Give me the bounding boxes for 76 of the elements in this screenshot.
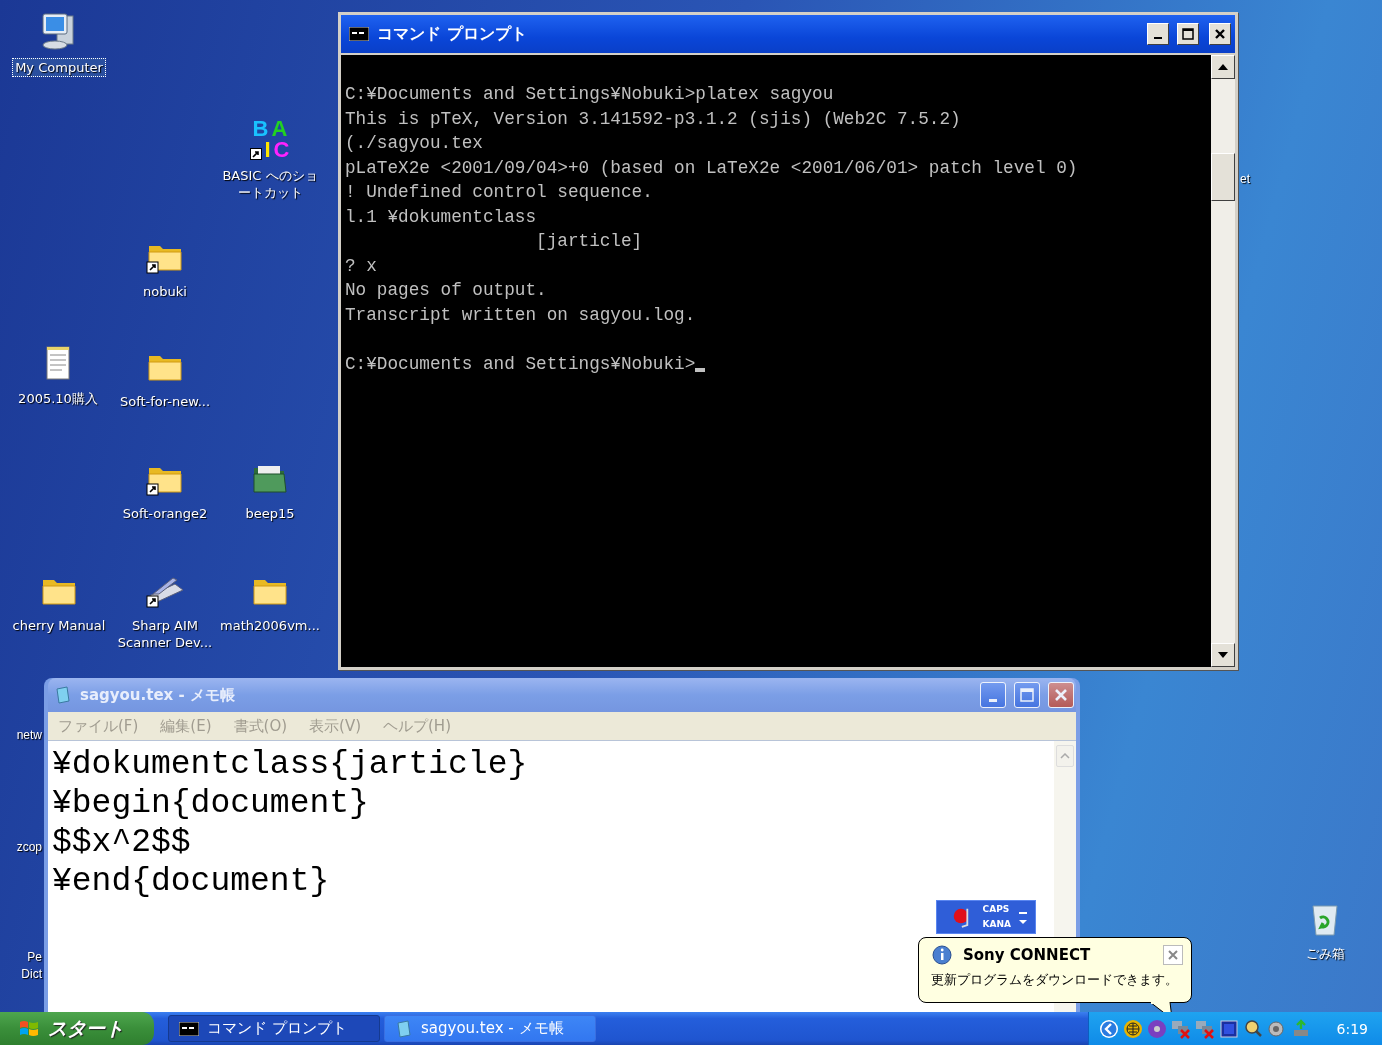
- minimize-button[interactable]: [1147, 23, 1169, 45]
- chevron-up-icon: [1060, 753, 1070, 759]
- notepad-icon: [54, 686, 72, 704]
- icon-label[interactable]: Soft-orange2: [119, 504, 211, 523]
- close-icon: [1168, 950, 1178, 960]
- balloon-title: Sony CONNECT: [963, 946, 1091, 964]
- icon-label[interactable]: netw: [8, 727, 42, 744]
- speaker-icon[interactable]: [1266, 1018, 1287, 1039]
- console-line: No pages of output.: [345, 279, 548, 302]
- maximize-icon: [1182, 28, 1194, 40]
- taskbar-button[interactable]: sagyou.tex - メモ帳: [384, 1015, 596, 1042]
- caret-icon[interactable]: [1019, 919, 1027, 925]
- text-line: ¥end{document}: [52, 862, 331, 901]
- icon-label[interactable]: nobuki: [140, 282, 190, 301]
- magnifier-icon[interactable]: [1242, 1018, 1263, 1039]
- disc-icon[interactable]: [1146, 1018, 1167, 1039]
- network-disconnected-icon[interactable]: [1170, 1018, 1191, 1039]
- language-bar[interactable]: CAPS KANA: [936, 900, 1036, 934]
- text-cursor: [695, 368, 706, 372]
- window-title: sagyou.tex - メモ帳: [80, 685, 235, 705]
- minimize-icon: [989, 698, 997, 702]
- window-title: コマンド プロンプト: [377, 23, 527, 45]
- text-line: $$x^2$$: [52, 823, 192, 862]
- caps-indicator: CAPS: [982, 904, 1010, 915]
- console-icon: [179, 1021, 199, 1036]
- icon-label[interactable]: Pe Dict: [8, 949, 42, 983]
- icon-label[interactable]: BASIC へのショートカット: [218, 166, 322, 202]
- scroll-down-button[interactable]: [1211, 643, 1235, 667]
- console-prompt: C:¥Documents and Settings¥Nobuki>: [345, 352, 696, 376]
- notepad-icon: [395, 1019, 413, 1038]
- globe-icon[interactable]: [1122, 1018, 1143, 1039]
- windows-logo-icon: [18, 1018, 40, 1039]
- window-title-bar[interactable]: コマンド プロンプト: [341, 15, 1235, 53]
- balloon-message: 更新プログラムをダウンロードできます。: [931, 971, 1179, 988]
- icon-label[interactable]: 2005.10購入: [15, 389, 101, 408]
- close-icon: [1054, 688, 1068, 702]
- network-disconnected-icon[interactable]: [1194, 1018, 1215, 1039]
- icon-label[interactable]: Sharp AIM Scanner Dev...: [113, 616, 217, 652]
- console-line: ! Undefined control sequence.: [345, 181, 654, 204]
- maximize-icon: [1020, 688, 1034, 702]
- console-line: Transcript written on sagyou.log.: [345, 303, 697, 327]
- taskbar-button[interactable]: コマンド プロンプト: [168, 1015, 380, 1042]
- notification-toast[interactable]: Sony CONNECT 更新プログラムをダウンロードできます。: [918, 937, 1192, 1003]
- icon-label[interactable]: My Computer: [12, 58, 106, 77]
- console-line: pLaTeX2e <2001/09/04>+0 (based on LaTeX2e <2001/06/01> patch level 0): [345, 156, 1079, 180]
- icon-label[interactable]: ごみ箱: [1302, 944, 1348, 963]
- maximize-button[interactable]: [1177, 23, 1199, 45]
- icon-label[interactable]: beep15: [242, 504, 298, 523]
- console-line: ? x: [345, 254, 378, 278]
- triangle-up-icon: [1218, 64, 1228, 70]
- icon-label[interactable]: Soft-for-new...: [116, 392, 214, 411]
- minimize-icon: [1154, 37, 1162, 39]
- close-icon: [1214, 28, 1226, 40]
- icon-label[interactable]: et: [1240, 171, 1270, 188]
- scroll-thumb[interactable]: [1211, 153, 1235, 201]
- basic-logo-icon[interactable]: BA IC: [250, 118, 290, 160]
- start-button[interactable]: スタート: [0, 1012, 154, 1045]
- scrollbar[interactable]: [1211, 55, 1235, 667]
- icon-label[interactable]: math2006vm...: [217, 616, 323, 635]
- icon-label[interactable]: cherry Manual: [9, 616, 109, 635]
- icon-label[interactable]: zcop: [8, 839, 42, 856]
- console-line: This is pTeX, Version 3.141592-p3.1.2 (sjis) (Web2C 7.5.2): [345, 107, 962, 131]
- kana-indicator: KANA: [982, 919, 1011, 930]
- triangle-down-icon: [1218, 652, 1228, 658]
- clock: 6:19: [1336, 1020, 1368, 1037]
- minimize-icon[interactable]: [1019, 909, 1027, 915]
- console-line: [jarticle]: [535, 230, 644, 253]
- text-line: ¥dokumentclass{jarticle}: [52, 745, 529, 784]
- console-line: l.1 ¥dokumentclass: [345, 205, 538, 229]
- text-line: ¥begin{document}: [52, 784, 370, 823]
- console-line: (./sagyou.tex: [345, 132, 484, 155]
- console-icon: [349, 27, 369, 41]
- info-icon: [931, 944, 953, 966]
- console-line: C:¥Documents and Settings¥Nobuki>platex sagyou: [345, 83, 835, 106]
- monitor-icon[interactable]: [1218, 1018, 1239, 1039]
- chevron-left-icon[interactable]: [1098, 1018, 1119, 1039]
